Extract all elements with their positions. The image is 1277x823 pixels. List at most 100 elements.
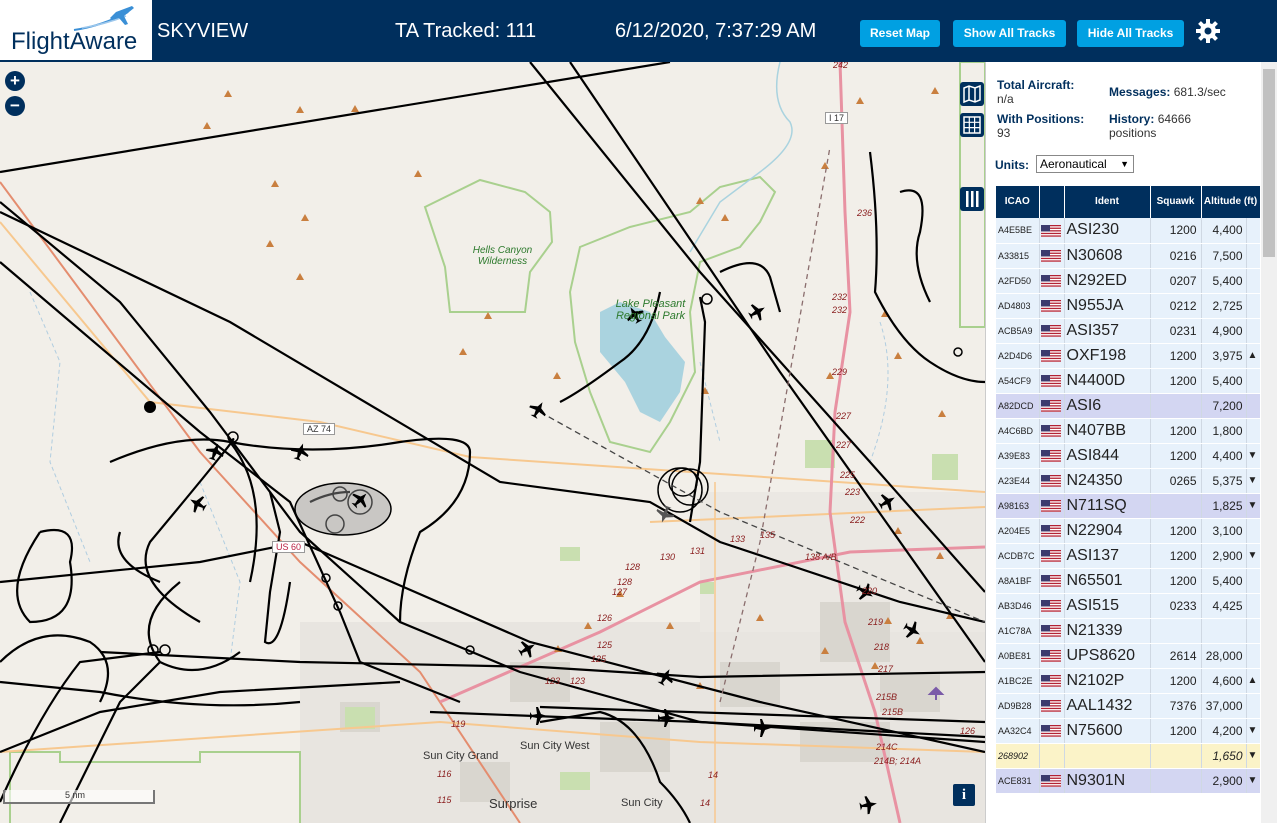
us-flag-icon <box>1039 468 1065 494</box>
milepost: 215B <box>882 707 904 717</box>
table-row[interactable]: A23E44 N24350 0265 5,375 ▼ <box>996 468 1260 494</box>
altitude-cell: 4,900 <box>1201 318 1247 344</box>
table-row[interactable]: AA32C4 N75600 1200 4,200 ▼ <box>996 718 1260 744</box>
show-all-tracks-button[interactable]: Show All Tracks <box>953 20 1066 47</box>
grid-icon[interactable] <box>960 113 984 137</box>
milepost: 242 <box>833 62 849 70</box>
info-button[interactable]: i <box>953 784 975 806</box>
milepost: 14 <box>700 798 711 808</box>
us-flag-icon <box>1039 518 1065 544</box>
columns-icon[interactable] <box>960 187 984 211</box>
ident-cell: OXF198 <box>1064 343 1151 369</box>
gear-icon[interactable] <box>1195 18 1221 44</box>
lake-pleasant-label: Lake Pleasant Regional Park <box>615 298 686 322</box>
table-row[interactable]: A4C6BD N407BB 1200 1,800 <box>996 418 1260 444</box>
table-row[interactable]: AD9B28 AAL1432 7376 37,000 <box>996 693 1260 719</box>
zoom-out-button[interactable]: − <box>5 96 25 116</box>
scrollbar-thumb[interactable] <box>1263 69 1275 257</box>
table-row[interactable]: 268902 1,650 ▼ <box>996 743 1260 769</box>
us-flag-icon <box>1039 543 1065 569</box>
us-flag-icon <box>1039 618 1065 644</box>
milepost: 128 <box>617 577 633 587</box>
milepost: 219 <box>868 617 884 627</box>
altitude-trend-icon: ▼ <box>1246 493 1260 519</box>
ident-cell: N9301N <box>1064 768 1151 794</box>
top-header: FlightAware SKYVIEW TA Tracked: 111 6/12… <box>0 0 1277 62</box>
table-row[interactable]: ACDB7C ASI137 1200 2,900 ▼ <box>996 543 1260 569</box>
altitude-trend-icon: ▼ <box>1246 718 1260 744</box>
tracked-count: TA Tracked: 111 <box>395 20 537 42</box>
reset-map-button[interactable]: Reset Map <box>860 20 940 47</box>
aircraft-panel: Total Aircraft: n/a With Positions: 93 M… <box>985 62 1277 823</box>
column-header-flag <box>1039 186 1065 218</box>
table-row[interactable]: A2FD50 N292ED 0207 5,400 <box>996 268 1260 294</box>
icao-cell: A98163 <box>996 493 1040 519</box>
ident-cell: ASI230 <box>1064 218 1151 244</box>
table-row[interactable]: AB3D46 ASI515 0233 4,425 <box>996 593 1260 619</box>
logo-text: FlightAware <box>11 28 138 55</box>
table-row[interactable]: A82DCD ASI6 7,200 <box>996 393 1260 419</box>
us-flag-icon <box>1039 568 1065 594</box>
ident-cell: ASI357 <box>1064 318 1151 344</box>
flightaware-logo[interactable]: FlightAware <box>0 0 152 60</box>
table-row[interactable]: A1BC2E N2102P 1200 4,600 ▲ <box>996 668 1260 694</box>
table-row[interactable]: A98163 N711SQ 1,825 ▼ <box>996 493 1260 519</box>
squawk-cell: 0231 <box>1150 318 1202 344</box>
column-header-ident[interactable]: Ident <box>1064 186 1151 218</box>
messages-value: 681.3/sec <box>1173 85 1226 99</box>
ident-cell: N65501 <box>1064 568 1151 594</box>
with-positions-value: 93 <box>997 126 1011 140</box>
table-row[interactable]: A4E5BE ASI230 1200 4,400 <box>996 218 1260 244</box>
ident-cell: N30608 <box>1064 243 1151 269</box>
river <box>689 62 793 253</box>
map-layers-icon[interactable] <box>960 82 984 106</box>
app-title: SKYVIEW <box>157 20 249 42</box>
table-row[interactable]: A54CF9 N4400D 1200 5,400 <box>996 368 1260 394</box>
table-row[interactable]: A39E83 ASI844 1200 4,400 ▼ <box>996 443 1260 469</box>
us-flag-icon <box>1039 418 1065 444</box>
hide-all-tracks-button[interactable]: Hide All Tracks <box>1077 20 1184 47</box>
altitude-trend-icon <box>1246 693 1260 719</box>
altitude-cell: 5,400 <box>1201 568 1247 594</box>
table-row[interactable]: A33815 N30608 0216 7,500 <box>996 243 1260 269</box>
altitude-cell: 2,900 <box>1201 768 1247 794</box>
milepost: 215B <box>876 692 898 702</box>
column-header-squawk[interactable]: Squawk <box>1150 186 1202 218</box>
table-row[interactable]: A2D4D6 OXF198 1200 3,975 ▲ <box>996 343 1260 369</box>
altitude-cell: 3,975 <box>1201 343 1247 369</box>
sun-city-west-label: Sun City West <box>520 740 590 752</box>
table-row[interactable]: ACB5A9 ASI357 0231 4,900 <box>996 318 1260 344</box>
us-flag-icon <box>1039 768 1065 794</box>
milepost: 214C <box>876 742 898 752</box>
altitude-trend-icon <box>1246 243 1260 269</box>
icao-cell: A8A1BF <box>996 568 1040 594</box>
squawk-cell <box>1150 393 1202 419</box>
milepost: 14 <box>708 770 719 780</box>
table-row[interactable]: A1C78A N21339 <box>996 618 1260 644</box>
i17-shield: I 17 <box>825 112 849 124</box>
column-header-altitude[interactable]: Altitude (ft) <box>1201 186 1260 218</box>
milepost: 223 <box>845 487 861 497</box>
altitude-cell: 5,400 <box>1201 268 1247 294</box>
milepost: 227 <box>836 411 852 421</box>
table-row[interactable]: AD4803 N955JA 0212 2,725 <box>996 293 1260 319</box>
ident-cell <box>1064 743 1151 769</box>
units-select[interactable]: Aeronautical ▼ <box>1036 155 1134 173</box>
column-header-icao[interactable]: ICAO <box>996 186 1040 218</box>
table-row[interactable]: A0BE81 UPS8620 2614 28,000 <box>996 643 1260 669</box>
table-row[interactable]: ACE831 N9301N 2,900 ▼ <box>996 768 1260 794</box>
squawk-cell: 0212 <box>1150 293 1202 319</box>
milepost: 130 <box>660 552 676 562</box>
us-flag-icon <box>1039 243 1065 269</box>
table-row[interactable]: A204E5 N22904 1200 3,100 <box>996 518 1260 544</box>
map-view[interactable]: Hells Canyon Wilderness Lake Pleasant Re… <box>0 62 985 823</box>
milepost: 217 <box>878 664 894 674</box>
altitude-trend-icon: ▼ <box>1246 768 1260 794</box>
altitude-trend-icon <box>1246 293 1260 319</box>
milepost: 126 <box>960 726 976 736</box>
milepost: 116 <box>437 769 452 779</box>
milepost: 236 <box>857 208 873 218</box>
scrollbar[interactable] <box>1261 62 1277 823</box>
table-row[interactable]: A8A1BF N65501 1200 5,400 <box>996 568 1260 594</box>
zoom-in-button[interactable]: + <box>5 71 25 91</box>
